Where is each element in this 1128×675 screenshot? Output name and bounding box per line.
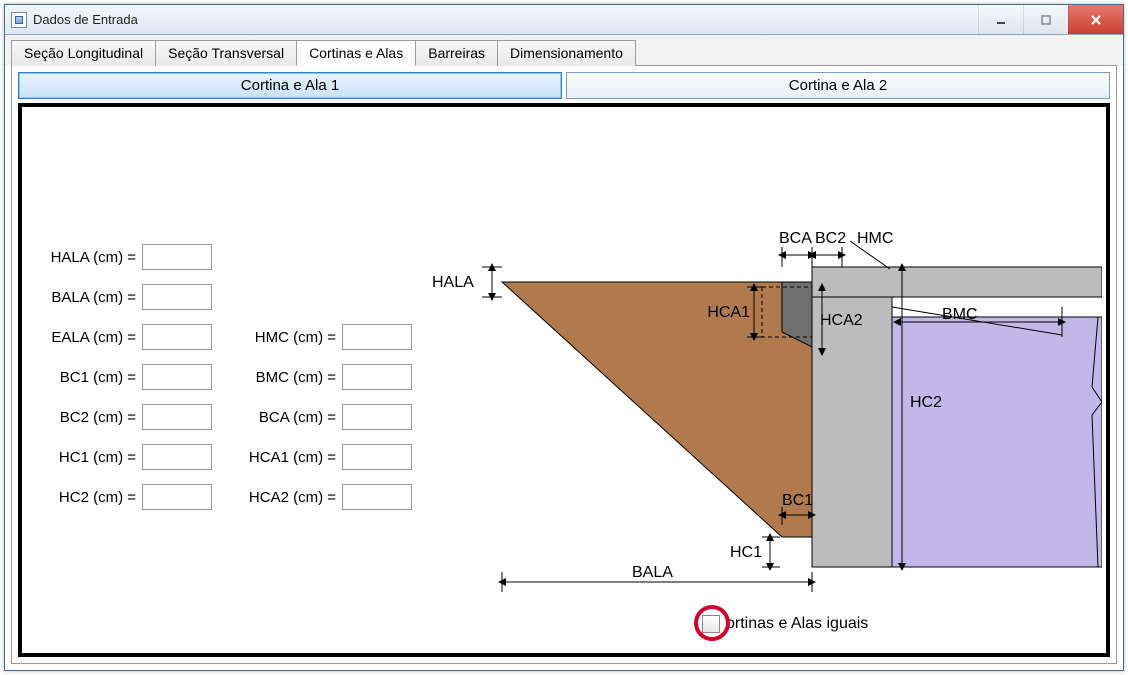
tab-dimensionamento[interactable]: Dimensionamento xyxy=(497,40,636,66)
diagram: BCA BC2 HMC HALA HCA1 HCA2 BMC xyxy=(422,167,1102,607)
dim-hmc: HMC xyxy=(857,230,893,247)
dim-hca1: HCA1 xyxy=(707,304,750,321)
label-hala: HALA (cm) = xyxy=(42,249,142,266)
label-bmc: BMC (cm) = xyxy=(242,369,342,386)
minimize-button[interactable] xyxy=(978,5,1023,34)
input-hmc[interactable] xyxy=(342,324,412,350)
subtab-cortina-ala-1[interactable]: Cortina e Ala 1 xyxy=(18,72,562,99)
checkbox-box-icon[interactable] xyxy=(702,615,720,633)
maximize-button[interactable] xyxy=(1023,5,1068,34)
label-hc1: HC1 (cm) = xyxy=(42,449,142,466)
input-eala[interactable] xyxy=(142,324,212,350)
label-hca2: HCA2 (cm) = xyxy=(242,489,342,506)
input-hc2[interactable] xyxy=(142,484,212,510)
label-bala: BALA (cm) = xyxy=(42,289,142,306)
dim-hc1: HC1 xyxy=(730,544,762,561)
input-bmc[interactable] xyxy=(342,364,412,390)
window-title: Dados de Entrada xyxy=(33,12,978,27)
dim-bca: BCA xyxy=(779,230,812,247)
dim-hca2: HCA2 xyxy=(820,312,863,329)
input-bca[interactable] xyxy=(342,404,412,430)
window-frame: Dados de Entrada Seção Longitudinal Seçã… xyxy=(4,4,1124,671)
input-hc1[interactable] xyxy=(142,444,212,470)
tab-secao-transversal[interactable]: Seção Transversal xyxy=(155,40,297,66)
dim-bc1: BC1 xyxy=(782,492,813,509)
tab-barreiras[interactable]: Barreiras xyxy=(415,40,498,66)
label-bca: BCA (cm) = xyxy=(242,409,342,426)
label-hca1: HCA1 (cm) = xyxy=(242,449,342,466)
checkbox-label: ortinas e Alas iguais xyxy=(726,615,868,633)
dim-bmc: BMC xyxy=(942,306,978,323)
dim-hala: HALA xyxy=(432,274,474,291)
label-bc2: BC2 (cm) = xyxy=(42,409,142,426)
close-button[interactable] xyxy=(1068,5,1123,34)
input-hala[interactable] xyxy=(142,244,212,270)
titlebar: Dados de Entrada xyxy=(5,5,1123,35)
label-hc2: HC2 (cm) = xyxy=(42,489,142,506)
dim-bala: BALA xyxy=(632,564,673,581)
content-frame: HALA (cm) = BALA (cm) = EALA (cm) = xyxy=(18,103,1110,657)
input-bc2[interactable] xyxy=(142,404,212,430)
label-hmc: HMC (cm) = xyxy=(242,329,342,346)
input-hca2[interactable] xyxy=(342,484,412,510)
label-bc1: BC1 (cm) = xyxy=(42,369,142,386)
tabstrip: Seção Longitudinal Seção Transversal Cor… xyxy=(5,35,1123,65)
dim-hc2: HC2 xyxy=(910,394,942,411)
label-eala: EALA (cm) = xyxy=(42,329,142,346)
input-bc1[interactable] xyxy=(142,364,212,390)
tab-panel: Cortina e Ala 1 Cortina e Ala 2 HALA (cm… xyxy=(11,65,1117,664)
tab-secao-longitudinal[interactable]: Seção Longitudinal xyxy=(11,40,156,66)
form-area: HALA (cm) = BALA (cm) = EALA (cm) = xyxy=(42,237,442,517)
input-bala[interactable] xyxy=(142,284,212,310)
checkbox-cortinas-iguais[interactable]: ortinas e Alas iguais xyxy=(702,615,868,633)
subtab-cortina-ala-2[interactable]: Cortina e Ala 2 xyxy=(566,72,1110,99)
app-icon xyxy=(11,12,27,28)
input-hca1[interactable] xyxy=(342,444,412,470)
tab-cortinas-e-alas[interactable]: Cortinas e Alas xyxy=(296,40,416,66)
window-controls xyxy=(978,5,1123,34)
dim-bc2: BC2 xyxy=(815,230,846,247)
subtabs: Cortina e Ala 1 Cortina e Ala 2 xyxy=(18,72,1110,99)
